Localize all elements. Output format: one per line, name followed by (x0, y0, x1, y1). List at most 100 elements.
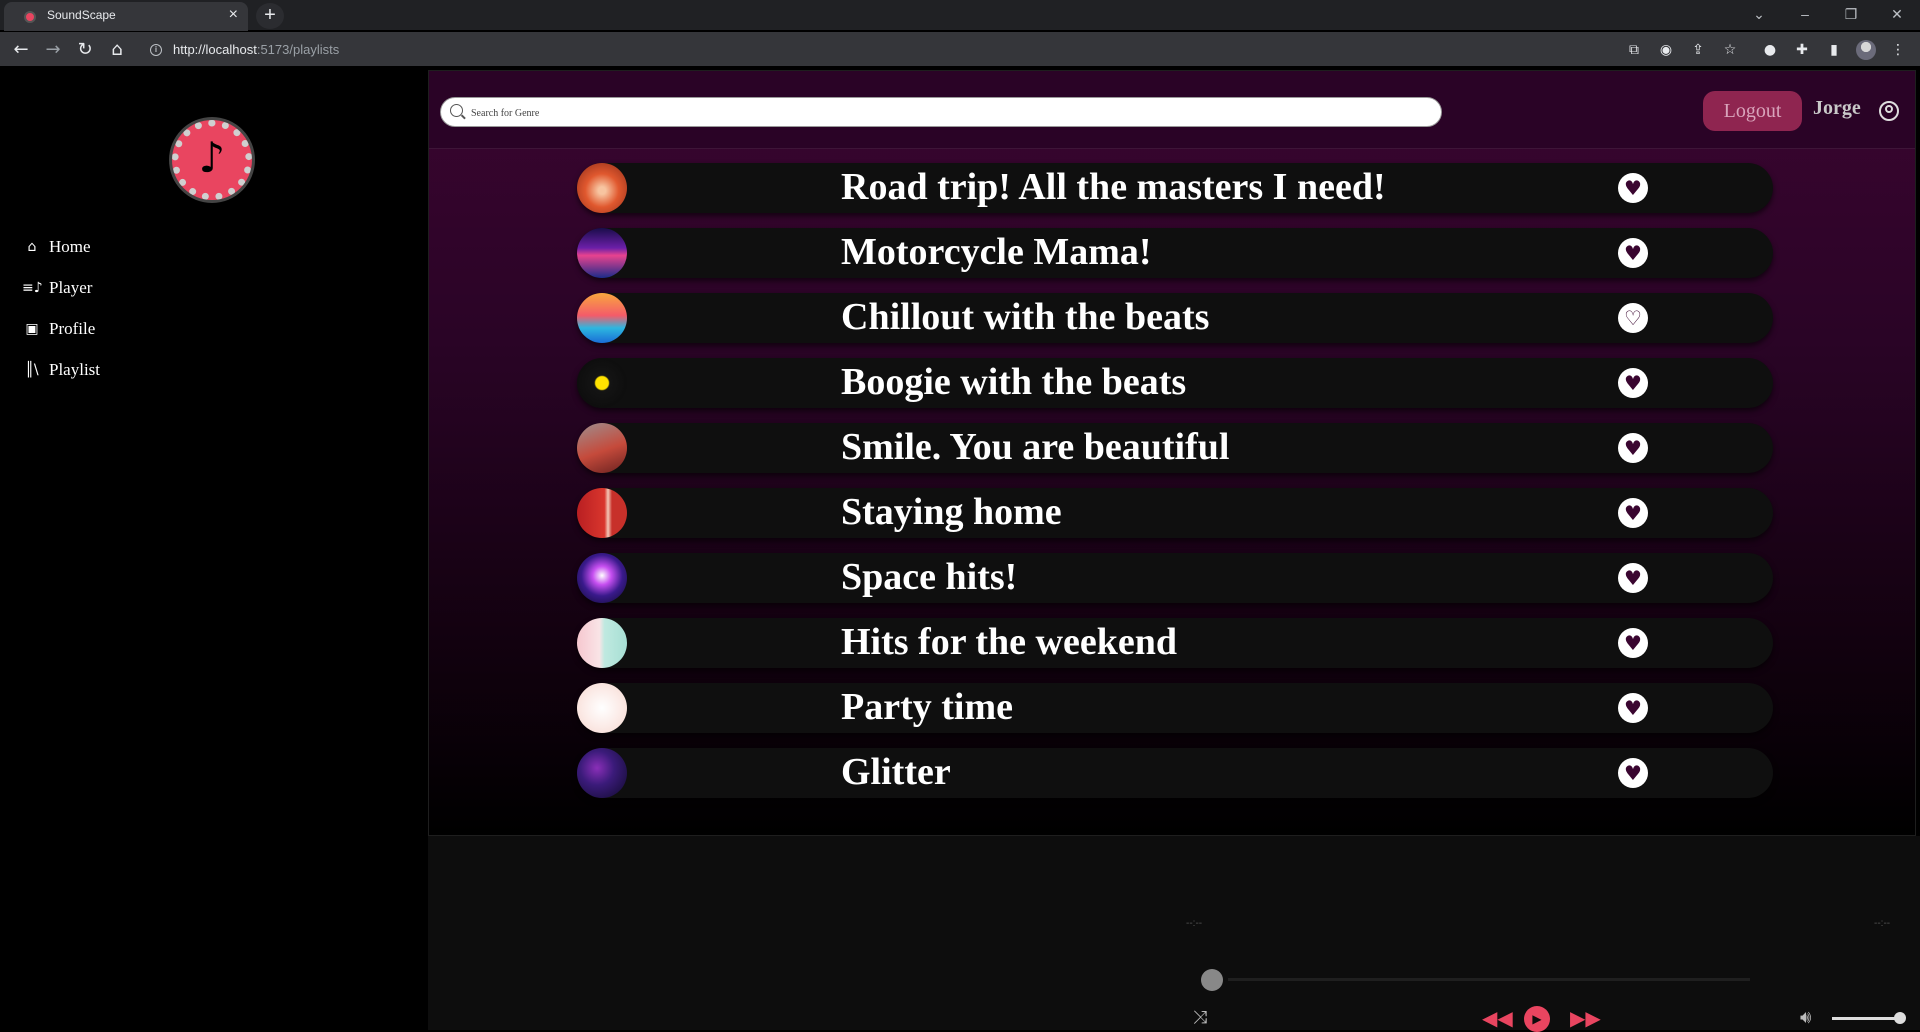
tab-title: SoundScape (47, 8, 116, 22)
header: Logout Jorge (429, 71, 1915, 149)
repeat-off-icon[interactable]: ⤨ (1188, 1006, 1212, 1030)
sidebar-item-profile[interactable]: ▣ Profile (22, 316, 95, 342)
playlist-row[interactable]: Hits for the weekend ♥ (577, 618, 1773, 668)
playlist-row[interactable]: Road trip! All the masters I need! ♥ (577, 163, 1773, 213)
minimize-button[interactable]: – (1782, 0, 1828, 31)
side-panel-icon[interactable]: ▮ (1824, 40, 1844, 60)
extension-icon[interactable]: ● (1760, 40, 1780, 60)
playlist-title: Party time (841, 686, 1013, 728)
heart-icon[interactable]: ♥ (1618, 173, 1648, 203)
home-icon: ⌂ (27, 239, 37, 255)
new-tab-button[interactable]: + (256, 3, 284, 29)
browser-profile-avatar[interactable] (1856, 40, 1876, 60)
playlist-cover (577, 358, 627, 408)
puzzle-icon[interactable]: ✚ (1792, 40, 1812, 60)
rewind-icon[interactable]: ◀◀ (1482, 1006, 1513, 1030)
playlist-cover (577, 683, 627, 733)
heart-icon[interactable]: ♥ (1618, 238, 1648, 268)
playlist-list: Road trip! All the masters I need! ♥ Mot… (577, 163, 1773, 813)
playlist-row[interactable]: Chillout with the beats ♡ (577, 293, 1773, 343)
soundscape-logo[interactable]: ♪ (172, 120, 252, 200)
heart-icon[interactable]: ♥ (1618, 433, 1648, 463)
playlist-title: Chillout with the beats (841, 296, 1210, 338)
sidebar-item-home[interactable]: ⌂ Home (22, 234, 91, 260)
sidebar-item-label: Player (49, 278, 93, 297)
search-icon (450, 104, 463, 117)
address-bar[interactable]: i http://localhost:5173/playlists (140, 36, 1600, 64)
playlist-cover (577, 423, 627, 473)
playlist-row[interactable]: Smile. You are beautiful ♥ (577, 423, 1773, 473)
eye-icon[interactable]: ◉ (1656, 40, 1676, 60)
playlist-row[interactable]: Staying home ♥ (577, 488, 1773, 538)
heart-icon[interactable]: ♥ (1618, 758, 1648, 788)
heart-icon[interactable]: ♥ (1618, 498, 1648, 528)
playlist-title: Space hits! (841, 556, 1018, 598)
playlist-cover (577, 618, 627, 668)
bookmark-star-icon[interactable]: ☆ (1720, 40, 1740, 60)
open-in-app-icon[interactable]: ⧉ (1624, 40, 1644, 60)
playlist-cover (577, 163, 627, 213)
volume-slider[interactable] (1832, 1017, 1898, 1020)
player-bar: --:-- --:-- ⤨ ◀◀ ▶ ▶▶ 🔊︎ (428, 836, 1920, 1032)
close-window-button[interactable]: ✕ (1874, 0, 1920, 31)
playlist-cover (577, 748, 627, 798)
sidebar-item-playlist[interactable]: ║\ Playlist (22, 357, 100, 383)
playlist-row[interactable]: Glitter ♥ (577, 748, 1773, 798)
playlist-row[interactable]: Boogie with the beats ♥ (577, 358, 1773, 408)
app: ♪ ⌂ Home ≡♪ Player ▣ Profile ║\ Playlist… (0, 70, 1920, 1032)
browser-tab[interactable]: SoundScape × (4, 2, 248, 31)
volume-icon[interactable]: 🔊︎ (1800, 1006, 1811, 1030)
playlist-title: Motorcycle Mama! (841, 231, 1152, 273)
time-total: --:-- (1874, 918, 1891, 929)
playlist-cover (577, 228, 627, 278)
playlists-panel: Logout Jorge Road trip! All the masters … (428, 70, 1916, 836)
progress-knob[interactable] (1201, 969, 1223, 991)
playlist-icon: ║\ (25, 362, 39, 378)
fast-forward-icon[interactable]: ▶▶ (1570, 1006, 1601, 1030)
heart-outline-icon[interactable]: ♡ (1618, 303, 1648, 333)
music-note-icon: ♪ (198, 133, 226, 182)
volume-knob[interactable] (1894, 1012, 1906, 1024)
reload-icon[interactable]: ↻ (74, 39, 96, 61)
username[interactable]: Jorge (1813, 97, 1861, 120)
search-bar[interactable] (440, 97, 1442, 127)
playlist-cover (577, 553, 627, 603)
play-button[interactable]: ▶ (1524, 1006, 1550, 1032)
browser-menu-icon[interactable]: ⋮ (1888, 40, 1908, 60)
playlist-cover (577, 488, 627, 538)
playlist-title: Glitter (841, 751, 951, 793)
browser-tab-bar: SoundScape × + ⌄ – ❐ ✕ (0, 0, 1920, 31)
back-icon[interactable]: ← (10, 39, 32, 61)
tab-search-icon[interactable]: ⌄ (1736, 0, 1782, 31)
playlist-title: Road trip! All the masters I need! (841, 166, 1386, 208)
heart-icon[interactable]: ♥ (1618, 693, 1648, 723)
search-input[interactable] (471, 104, 1371, 122)
site-info-icon[interactable]: i (150, 44, 162, 56)
playlist-title: Boogie with the beats (841, 361, 1187, 403)
heart-icon[interactable]: ♥ (1618, 628, 1648, 658)
share-icon[interactable]: ⇪ (1688, 40, 1708, 60)
progress-track[interactable] (1228, 978, 1750, 981)
playlist-title: Smile. You are beautiful (841, 426, 1230, 468)
sidebar-item-label: Home (49, 237, 91, 256)
playlist-row[interactable]: Motorcycle Mama! ♥ (577, 228, 1773, 278)
url-text: http://localhost:5173/playlists (173, 42, 340, 57)
restore-button[interactable]: ❐ (1828, 0, 1874, 31)
time-elapsed: --:-- (1186, 918, 1203, 929)
heart-icon[interactable]: ♥ (1618, 368, 1648, 398)
soundscape-favicon-icon (24, 11, 36, 23)
playlist-row[interactable]: Party time ♥ (577, 683, 1773, 733)
profile-icon: ▣ (25, 321, 39, 337)
home-browser-icon[interactable]: ⌂ (106, 39, 128, 61)
heart-icon[interactable]: ♥ (1618, 563, 1648, 593)
user-account-icon[interactable] (1879, 101, 1899, 121)
sidebar-item-label: Profile (49, 319, 96, 338)
playlist-title: Staying home (841, 491, 1062, 533)
tab-close-button[interactable]: × (229, 6, 238, 24)
sidebar: ♪ ⌂ Home ≡♪ Player ▣ Profile ║\ Playlist (0, 70, 428, 1030)
logout-button[interactable]: Logout (1703, 91, 1802, 131)
sidebar-item-player[interactable]: ≡♪ Player (22, 275, 92, 301)
playlist-row[interactable]: Space hits! ♥ (577, 553, 1773, 603)
forward-icon[interactable]: → (42, 39, 64, 61)
playlist-title: Hits for the weekend (841, 621, 1177, 663)
